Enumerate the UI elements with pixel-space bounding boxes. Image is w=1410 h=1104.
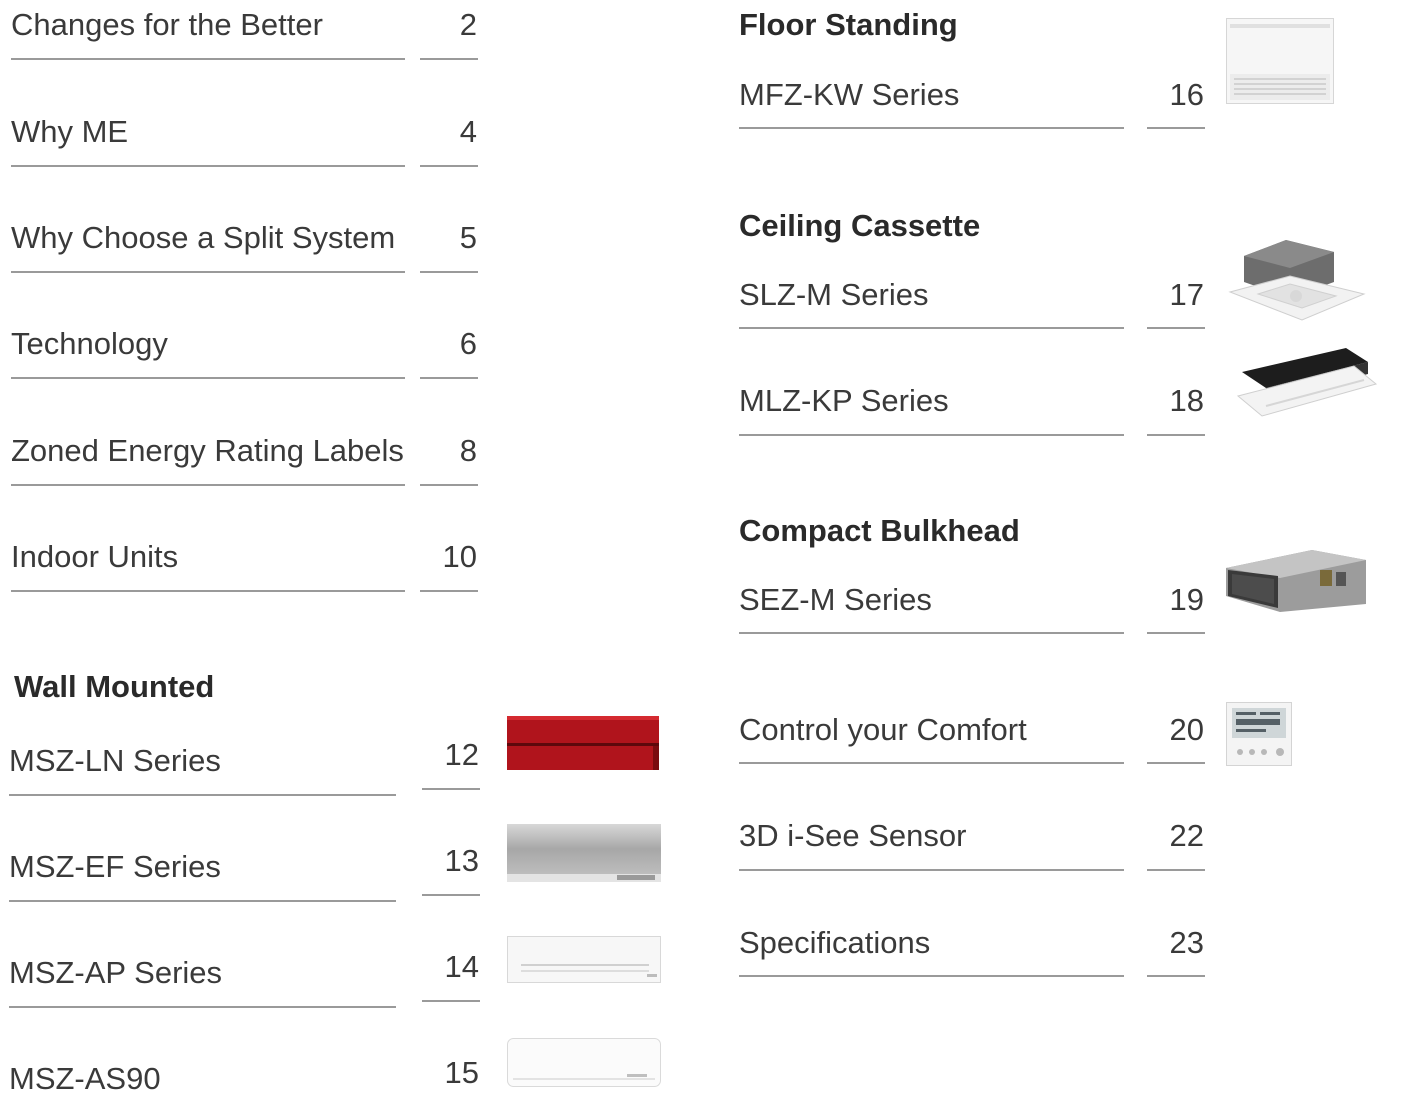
toc-entry-label[interactable]: Indoor Units — [11, 539, 178, 575]
floor-unit-image — [1226, 18, 1334, 104]
divider — [739, 975, 1124, 977]
divider — [739, 434, 1124, 436]
divider — [11, 590, 405, 592]
red-wall-unit-image — [507, 716, 659, 770]
toc-entry-label[interactable]: Changes for the Better — [11, 7, 323, 43]
divider — [1147, 127, 1205, 129]
divider — [11, 484, 405, 486]
divider — [420, 484, 478, 486]
toc-entry-label[interactable]: Specifications — [739, 925, 930, 961]
divider — [739, 869, 1124, 871]
divider — [420, 590, 478, 592]
divider — [422, 894, 480, 896]
divider — [1147, 632, 1205, 634]
toc-entry-label[interactable]: MSZ-AS90 — [9, 1061, 161, 1097]
divider — [739, 127, 1124, 129]
divider — [1147, 975, 1205, 977]
divider — [420, 58, 478, 60]
divider — [1147, 869, 1205, 871]
remote-controller-image — [1226, 702, 1292, 766]
toc-entry-label[interactable]: Why Choose a Split System — [11, 220, 395, 256]
silver-wall-unit-image — [507, 824, 661, 882]
toc-entry-label[interactable]: MSZ-EF Series — [9, 849, 221, 885]
toc-entry-page[interactable]: 19 — [1147, 582, 1204, 618]
section-heading: Floor Standing — [739, 7, 958, 42]
toc-entry-page[interactable]: 5 — [420, 220, 477, 256]
divider — [739, 762, 1124, 764]
divider — [11, 58, 405, 60]
divider — [9, 1006, 396, 1008]
toc-entry-label[interactable]: SEZ-M Series — [739, 582, 932, 618]
bulkhead-unit-image — [1226, 550, 1366, 612]
white-wall-unit-image — [507, 936, 661, 983]
divider — [420, 377, 478, 379]
toc-entry-page[interactable]: 15 — [422, 1055, 479, 1091]
toc-entry-label[interactable]: Zoned Energy Rating Labels — [11, 433, 404, 469]
toc-entry-label[interactable]: Why ME — [11, 114, 128, 150]
toc-entry-page[interactable]: 4 — [420, 114, 477, 150]
toc-entry-page[interactable]: 16 — [1147, 77, 1204, 113]
toc-entry-page[interactable]: 20 — [1147, 712, 1204, 748]
divider — [739, 327, 1124, 329]
divider — [9, 794, 396, 796]
section-heading: Ceiling Cassette — [739, 208, 981, 243]
divider — [420, 271, 478, 273]
section-heading: Compact Bulkhead — [739, 513, 1020, 548]
divider — [422, 788, 480, 790]
section-heading: Wall Mounted — [14, 669, 215, 704]
toc-entry-label[interactable]: MSZ-AP Series — [9, 955, 222, 991]
white-wall-unit-image — [507, 1038, 661, 1087]
toc-entry-page[interactable]: 22 — [1147, 818, 1204, 854]
toc-entry-page[interactable]: 12 — [422, 737, 479, 773]
toc-entry-page[interactable]: 2 — [420, 7, 477, 43]
toc-entry-page[interactable]: 14 — [422, 949, 479, 985]
toc-entry-page[interactable]: 6 — [420, 326, 477, 362]
toc-entry-page[interactable]: 13 — [422, 843, 479, 879]
divider — [11, 165, 405, 167]
toc-entry-page[interactable]: 18 — [1147, 383, 1204, 419]
divider — [1147, 434, 1205, 436]
divider — [11, 377, 405, 379]
divider — [422, 1000, 480, 1002]
toc-entry-label[interactable]: Technology — [11, 326, 168, 362]
toc-entry-label[interactable]: MSZ-LN Series — [9, 743, 221, 779]
toc-entry-page[interactable]: 23 — [1147, 925, 1204, 961]
divider — [739, 632, 1124, 634]
toc-entry-label[interactable]: Control your Comfort — [739, 712, 1027, 748]
toc-entry-label[interactable]: SLZ-M Series — [739, 277, 928, 313]
divider — [11, 271, 405, 273]
divider — [1147, 327, 1205, 329]
toc-entry-page[interactable]: 8 — [420, 433, 477, 469]
ceiling-cassette-image — [1228, 240, 1366, 321]
divider — [420, 165, 478, 167]
divider — [1147, 762, 1205, 764]
toc-entry-label[interactable]: 3D i-See Sensor — [739, 818, 966, 854]
divider — [9, 900, 396, 902]
toc-entry-page[interactable]: 17 — [1147, 277, 1204, 313]
toc-entry-label[interactable]: MLZ-KP Series — [739, 383, 949, 419]
ceiling-cassette-image — [1236, 348, 1378, 417]
toc-entry-label[interactable]: MFZ-KW Series — [739, 77, 959, 113]
toc-entry-page[interactable]: 10 — [420, 539, 477, 575]
